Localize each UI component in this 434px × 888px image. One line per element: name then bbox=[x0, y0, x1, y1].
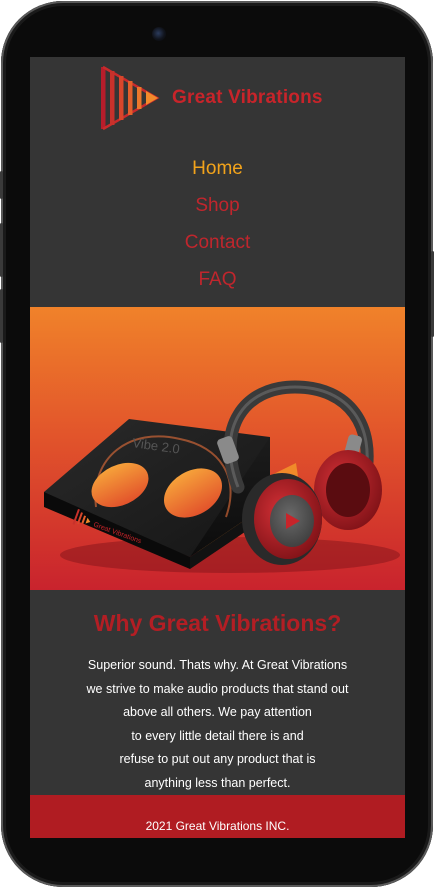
about-text: Superior sound. Thats why. At Great Vibr… bbox=[65, 654, 370, 795]
hero-banner: Vibe 2.0 Great Vibrations bbox=[30, 307, 405, 590]
nav-faq[interactable]: FAQ bbox=[30, 266, 405, 303]
web-page: Great Vibrations Home Shop Contact FAQ V… bbox=[30, 57, 405, 838]
logo-icon[interactable] bbox=[100, 65, 162, 131]
volume-down-button bbox=[0, 289, 3, 343]
about-line: above all others. We pay attention bbox=[123, 705, 312, 719]
main-nav: Home Shop Contact FAQ bbox=[30, 155, 405, 303]
headphones-product-image: Vibe 2.0 Great Vibrations bbox=[44, 380, 400, 573]
copyright-text: 2021 Great Vibrations INC. bbox=[145, 819, 290, 833]
about-line: to every little detail there is and bbox=[131, 728, 304, 743]
brand-name[interactable]: Great Vibrations bbox=[172, 87, 323, 109]
about-line: we strive to make audio products that st… bbox=[86, 681, 349, 696]
about-line: refuse to put out any product that is bbox=[119, 752, 316, 766]
about-line: anything less than perfect. bbox=[144, 775, 291, 790]
about-line: Superior sound. Thats why. At Great Vibr… bbox=[87, 658, 348, 672]
nav-home[interactable]: Home bbox=[30, 155, 405, 192]
section-heading: Why Great Vibrations? bbox=[93, 610, 342, 636]
volume-up-button bbox=[0, 223, 3, 277]
mute-switch bbox=[0, 171, 3, 199]
site-header: Great Vibrations bbox=[30, 57, 405, 147]
front-camera-icon bbox=[152, 27, 166, 41]
site-footer: 2021 Great Vibrations INC. bbox=[30, 795, 405, 838]
nav-contact[interactable]: Contact bbox=[30, 229, 405, 266]
nav-shop[interactable]: Shop bbox=[30, 192, 405, 229]
